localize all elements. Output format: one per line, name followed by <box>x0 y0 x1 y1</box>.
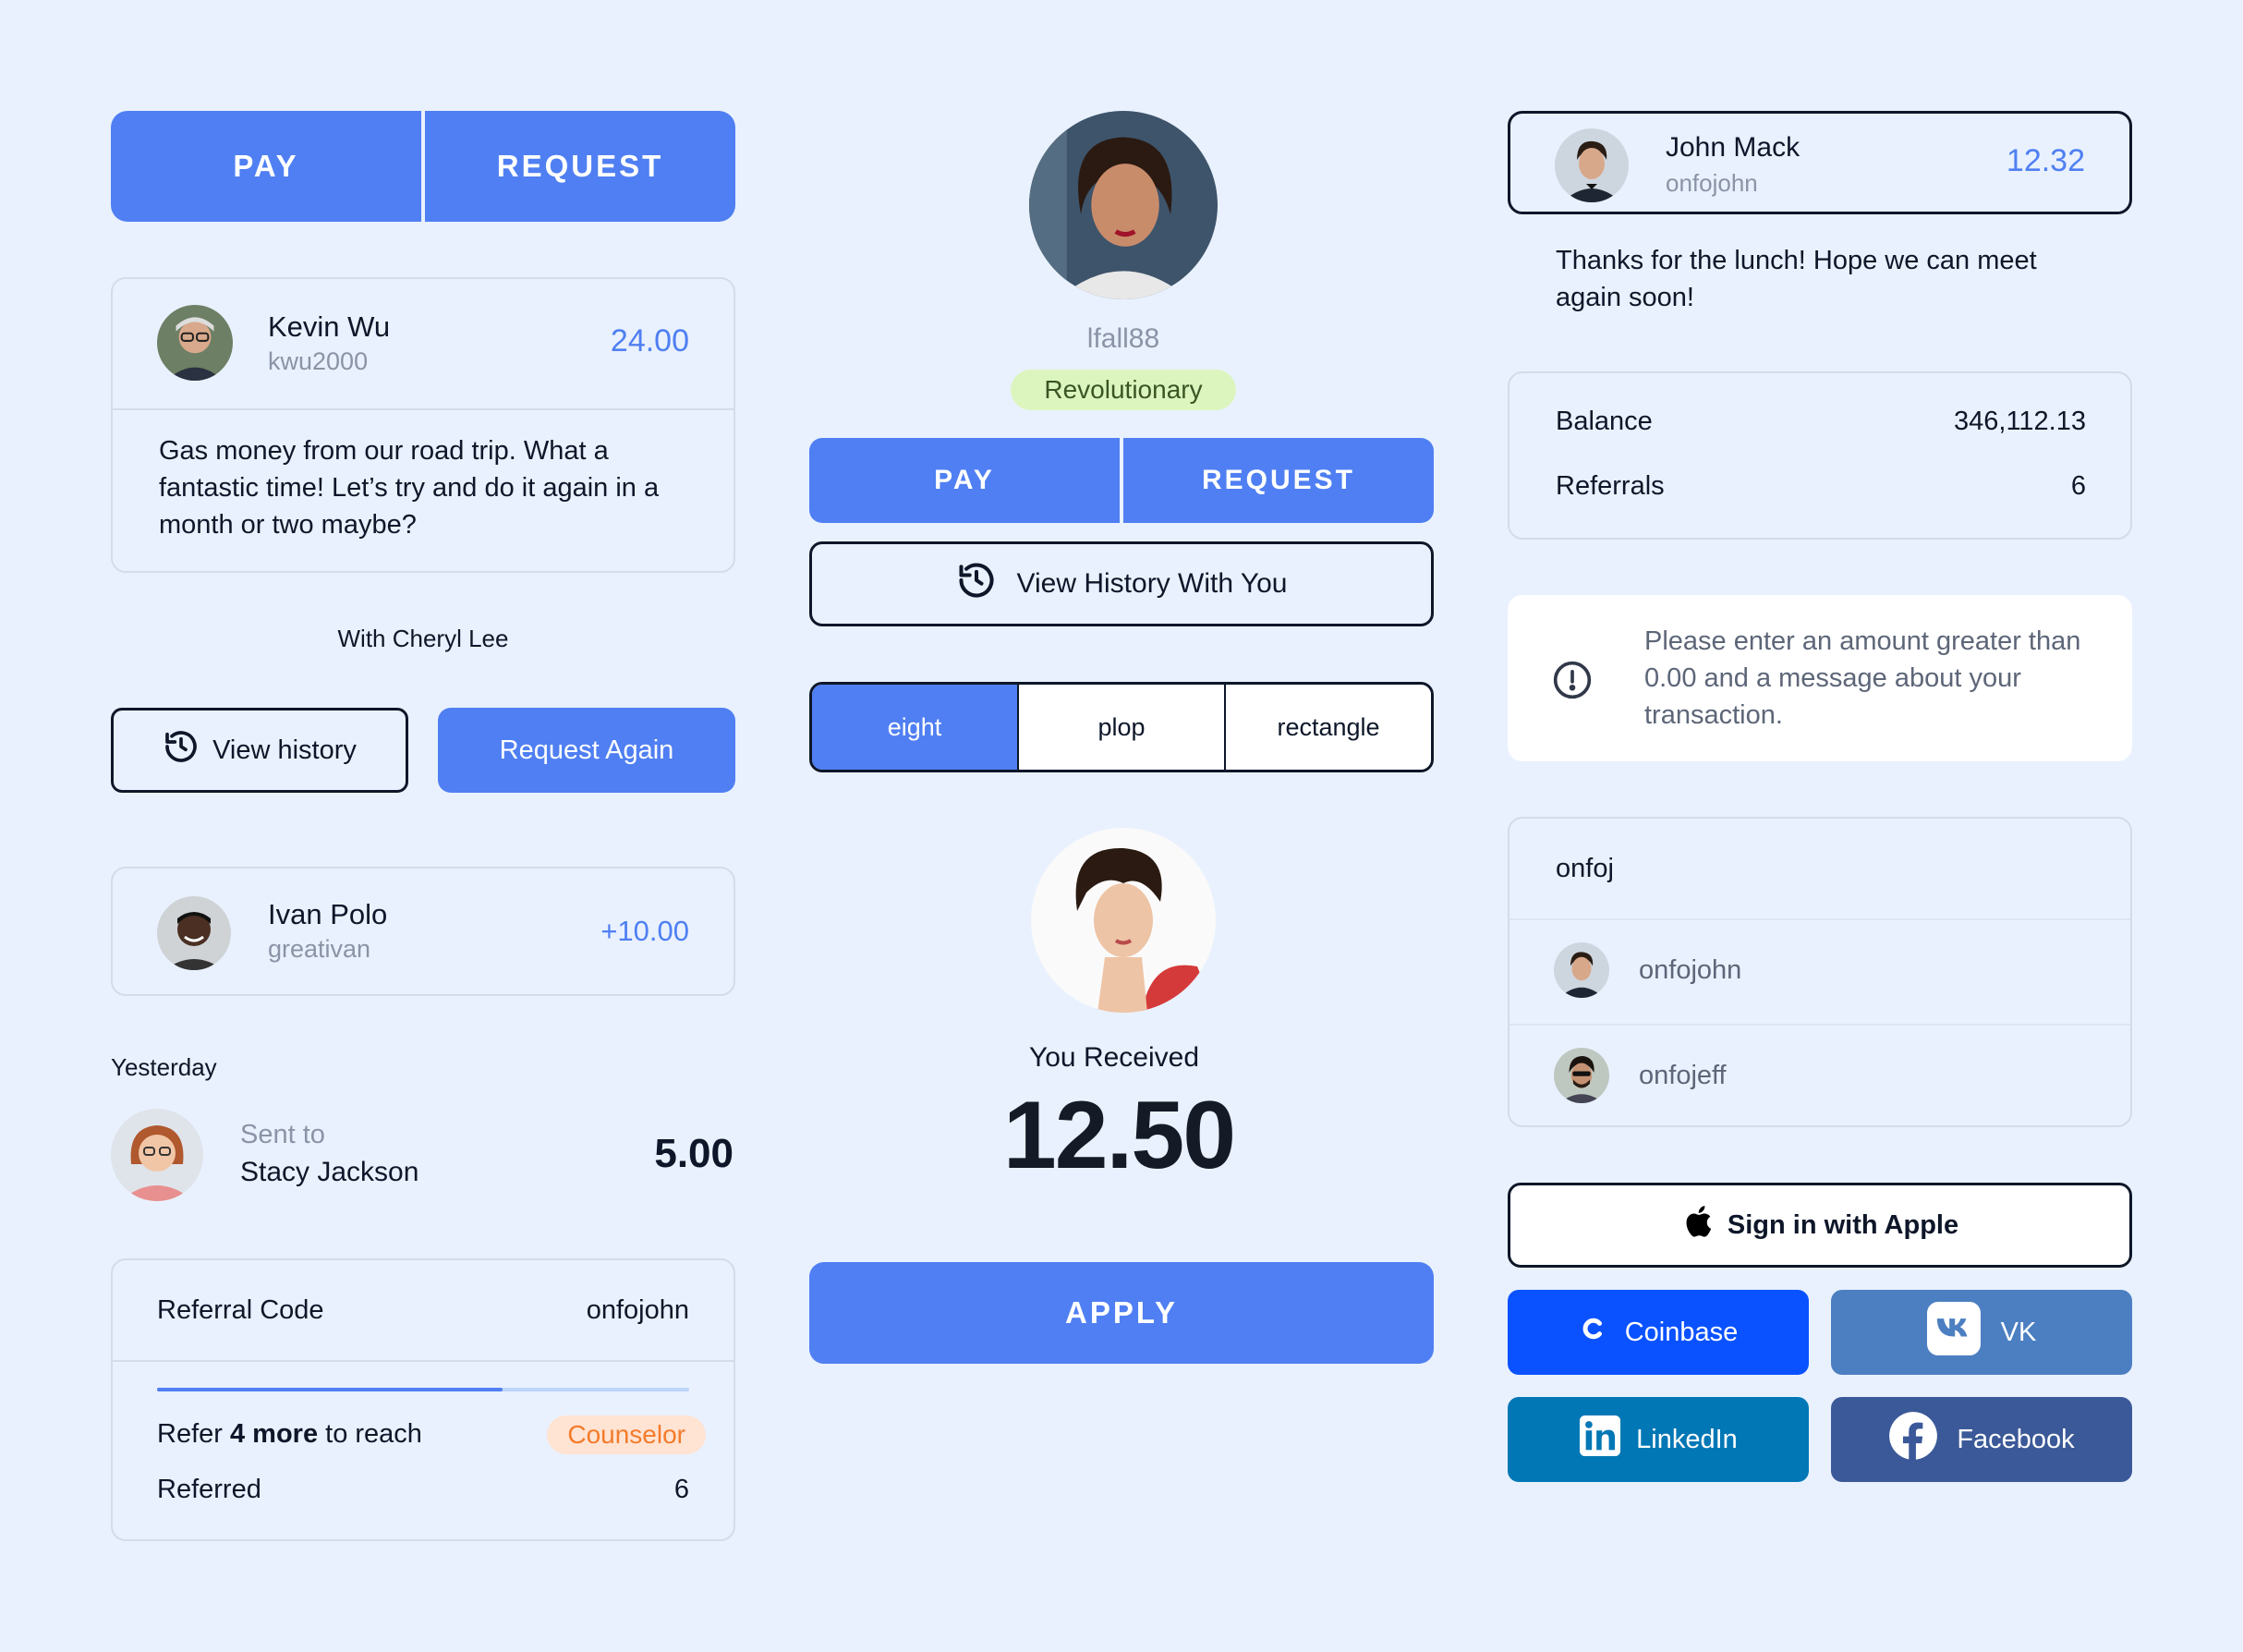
divider <box>113 408 734 410</box>
sent-row[interactable]: Sent to Stacy Jackson 5.00 <box>111 1107 735 1203</box>
linkedin-label: LinkedIn <box>1636 1424 1738 1454</box>
transaction-card-john[interactable]: John Mack onfojohn 12.32 <box>1508 111 2132 214</box>
balance-card: Balance 346,112.13 Referrals 6 <box>1508 371 2132 540</box>
pay-request-toggle: PAY REQUEST <box>111 111 735 222</box>
received-amount: 12.50 <box>1002 1082 1236 1189</box>
search-autocomplete: onfoj onfojohn onfojeff <box>1508 817 2132 1127</box>
sent-amount: 5.00 <box>654 1131 734 1176</box>
avatar <box>1554 942 1609 998</box>
avatar <box>111 1109 203 1201</box>
transaction-card-kevin[interactable]: Kevin Wu kwu2000 24.00 Gas money from ou… <box>111 277 735 573</box>
referral-progress-bar <box>157 1388 689 1391</box>
vk-icon <box>1926 1302 1981 1363</box>
result-handle: onfojeff <box>1639 1061 1727 1090</box>
balance-value: 346,112.13 <box>1954 407 2086 436</box>
avatar <box>1029 111 1218 299</box>
sender-handle: greativan <box>268 935 371 963</box>
avatar <box>1555 128 1629 202</box>
referrals-value: 6 <box>2070 471 2086 501</box>
sender-handle: kwu2000 <box>268 347 369 375</box>
search-input[interactable]: onfoj <box>1556 854 1614 884</box>
alert-text: Please enter an amount greater than 0.00… <box>1644 626 2081 730</box>
result-handle: onfojohn <box>1639 955 1742 985</box>
view-history-button[interactable]: View history <box>111 708 408 793</box>
apply-button[interactable]: APPLY <box>809 1262 1434 1364</box>
segment-plop[interactable]: plop <box>1019 685 1226 770</box>
facebook-icon <box>1888 1411 1938 1468</box>
vk-label: VK <box>2000 1317 2037 1347</box>
alert-circle-icon <box>1552 660 1593 705</box>
sent-to-label: Sent to <box>240 1120 325 1149</box>
referral-code-label: Referral Code <box>157 1295 324 1325</box>
sender-handle: onfojohn <box>1666 169 1758 197</box>
refer-goal-text: Refer 4 more to reach <box>157 1419 422 1449</box>
transaction-amount: 24.00 <box>610 323 689 358</box>
divider <box>113 1360 734 1362</box>
history-icon <box>163 728 200 772</box>
vk-button[interactable]: VK <box>1831 1290 2132 1375</box>
avatar <box>157 896 231 970</box>
progress-fill <box>157 1388 503 1391</box>
coinbase-button[interactable]: Coinbase <box>1508 1290 1809 1375</box>
sign-in-with-apple-button[interactable]: Sign in with Apple <box>1508 1183 2132 1268</box>
pay-tab[interactable]: PAY <box>111 111 421 222</box>
date-heading: Yesterday <box>111 1053 217 1081</box>
facebook-label: Facebook <box>1957 1424 2075 1454</box>
avatar <box>1031 828 1216 1013</box>
received-label: You Received <box>1028 1042 1200 1073</box>
apple-label: Sign in with Apple <box>1727 1209 1959 1240</box>
linkedin-icon <box>1579 1415 1621 1464</box>
avatar <box>157 305 233 381</box>
status-tag: Revolutionary <box>1011 370 1236 410</box>
sender-name: John Mack <box>1666 132 1800 163</box>
list-item[interactable]: onfojeff <box>1509 1026 2130 1127</box>
referrals-label: Referrals <box>1556 471 1665 501</box>
apple-icon <box>1681 1203 1713 1247</box>
segment-eight[interactable]: eight <box>812 685 1019 770</box>
pay-request-toggle: PAY REQUEST <box>809 438 1434 523</box>
referral-code-value: onfojohn <box>586 1295 689 1325</box>
pay-tab[interactable]: PAY <box>809 438 1120 523</box>
referred-label: Referred <box>157 1475 261 1504</box>
view-history-with-you-button[interactable]: View History With You <box>809 541 1434 626</box>
sender-name: Kevin Wu <box>268 310 391 343</box>
profile-username: lfall88 <box>1086 323 1160 354</box>
balance-label: Balance <box>1556 407 1653 436</box>
transaction-message: Gas money from our road trip. What a fan… <box>159 436 660 540</box>
list-item[interactable]: onfojohn <box>1509 920 2130 1022</box>
transaction-amount: 12.32 <box>2006 143 2085 178</box>
coinbase-icon <box>1579 1315 1606 1350</box>
request-tab[interactable]: REQUEST <box>425 111 735 222</box>
referred-value: 6 <box>673 1475 689 1504</box>
recipient-name: Stacy Jackson <box>240 1157 419 1187</box>
coinbase-label: Coinbase <box>1624 1317 1739 1347</box>
transaction-card-ivan[interactable]: Ivan Polo greativan +10.00 <box>111 867 735 996</box>
facebook-button[interactable]: Facebook <box>1831 1397 2132 1482</box>
transaction-amount: +10.00 <box>600 915 689 947</box>
transaction-message: Thanks for the lunch! Hope we can meet a… <box>1556 246 2037 312</box>
request-tab[interactable]: REQUEST <box>1123 438 1434 523</box>
tier-badge: Counselor <box>547 1415 706 1454</box>
avatar <box>1554 1048 1609 1103</box>
request-again-button[interactable]: Request Again <box>438 708 735 793</box>
alert-message: Please enter an amount greater than 0.00… <box>1508 595 2132 761</box>
view-history-with-you-label: View History With You <box>1016 568 1288 599</box>
view-history-label: View history <box>212 735 357 765</box>
sender-name: Ivan Polo <box>268 898 388 930</box>
referral-card: Referral Code onfojohn Refer 4 more to r… <box>111 1258 735 1541</box>
segment-rectangle[interactable]: rectangle <box>1226 685 1431 770</box>
linkedin-button[interactable]: LinkedIn <box>1508 1397 1809 1482</box>
with-contact-label: With Cheryl Lee <box>337 625 509 652</box>
history-icon <box>956 560 997 608</box>
segmented-control: eight plop rectangle <box>809 682 1434 772</box>
